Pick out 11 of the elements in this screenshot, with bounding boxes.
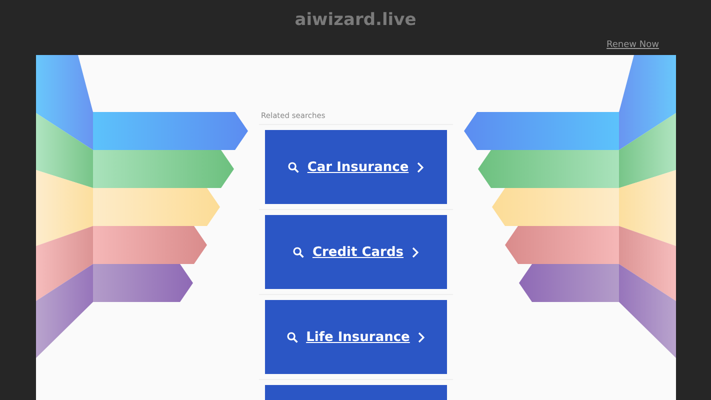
search-icon [293, 246, 304, 258]
search-icon [287, 332, 298, 342]
renew-now-link[interactable]: Renew Now [606, 40, 659, 50]
search-link-button[interactable]: Car Insurance [265, 130, 447, 204]
chevron-right-icon [416, 162, 424, 172]
search-link-button[interactable]: Life Insurance [265, 300, 447, 374]
search-icon [288, 162, 300, 172]
search-link-button[interactable]: Credit Cards [265, 215, 447, 289]
chevron-right-icon [412, 246, 419, 258]
chevron-right-icon [418, 332, 425, 342]
domain-title: aiwizard.live [294, 10, 416, 30]
